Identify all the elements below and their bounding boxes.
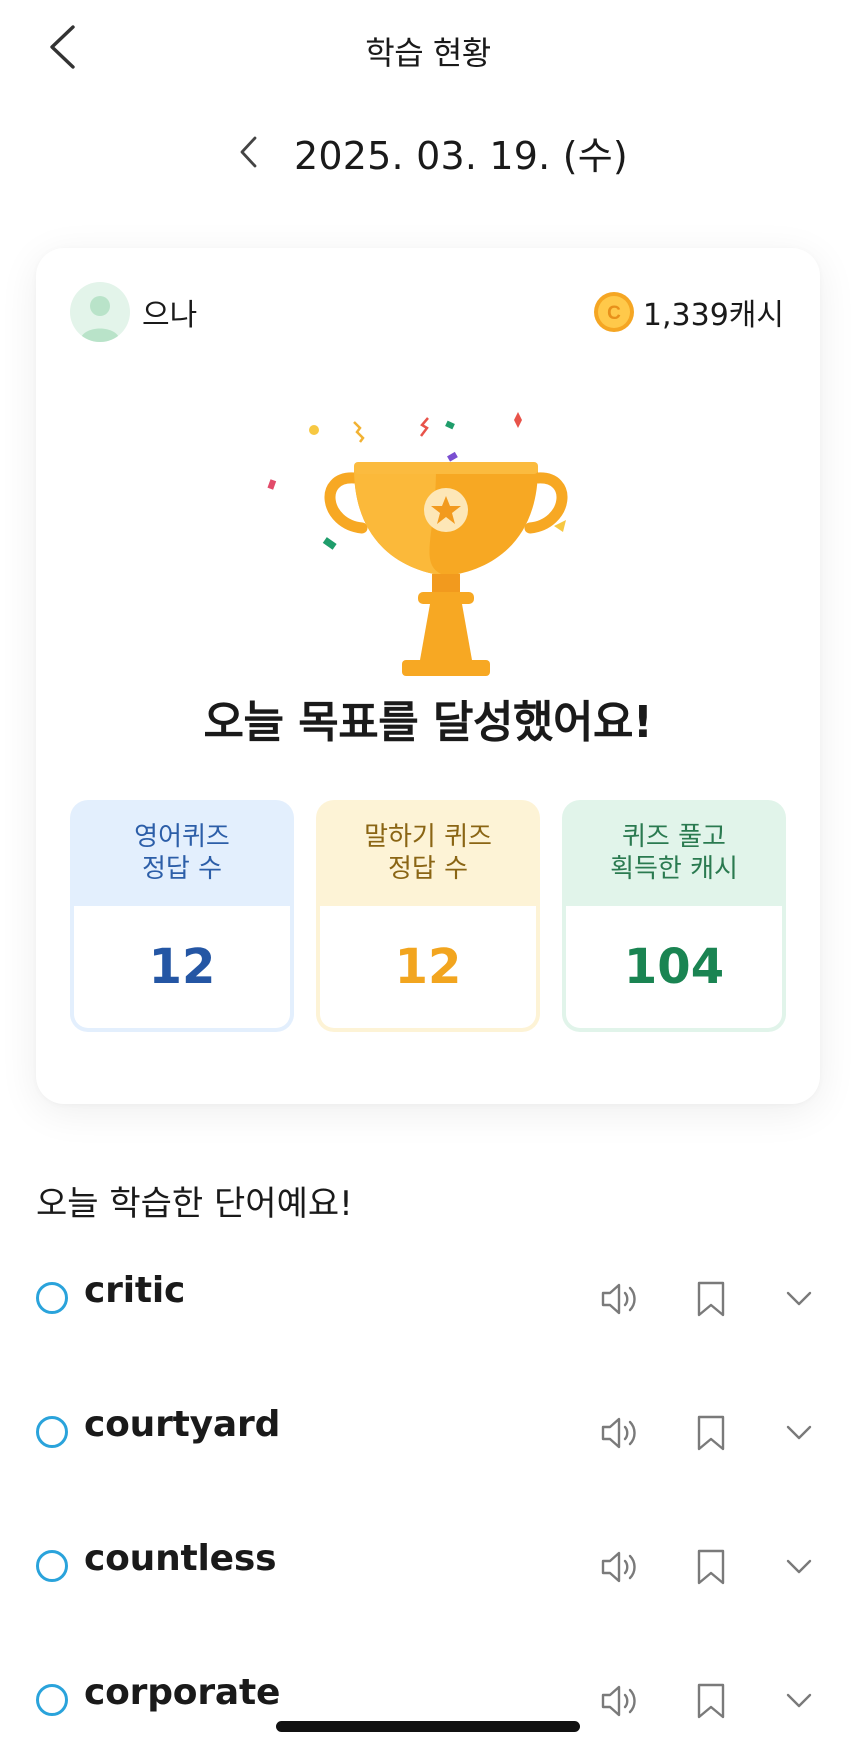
- bookmark-button[interactable]: [688, 1678, 734, 1724]
- user-avatar-icon: [80, 296, 120, 342]
- stat-value: 12: [74, 906, 290, 1028]
- speaker-icon: [601, 1283, 636, 1315]
- play-pronunciation-button[interactable]: [598, 1276, 644, 1322]
- cash-amount: 1,339캐시: [642, 298, 784, 333]
- english-quiz-correct-stat: 영어퀴즈 정답 수 12: [70, 800, 294, 1032]
- speaker-icon: [601, 1685, 636, 1717]
- stat-value: 12: [320, 906, 536, 1028]
- date-selector: 2025. 03. 19. (수): [0, 122, 856, 182]
- play-pronunciation-button[interactable]: [598, 1544, 644, 1590]
- word-item-critic: critic: [0, 1240, 856, 1374]
- app-header: 학습 현황: [0, 0, 856, 96]
- chevron-down-icon: [786, 1559, 812, 1574]
- chevron-down-icon: [786, 1425, 812, 1440]
- stat-title: 영어퀴즈 정답 수: [134, 822, 230, 884]
- play-pronunciation-button[interactable]: [598, 1678, 644, 1724]
- cash-balance: C 1,339캐시: [593, 290, 784, 334]
- word-text: corporate: [84, 1672, 281, 1713]
- bookmark-button[interactable]: [688, 1410, 734, 1456]
- stat-title: 말하기 퀴즈 정답 수: [364, 822, 492, 884]
- stat-value: 104: [566, 906, 782, 1028]
- page-title: 학습 현황: [365, 34, 491, 72]
- bookmark-icon: [697, 1281, 725, 1317]
- speaker-icon: [601, 1417, 636, 1449]
- words-section-title: 오늘 학습한 단어예요!: [36, 1184, 353, 1224]
- word-item-corporate: corporate: [0, 1642, 856, 1749]
- user-profile: 으나: [70, 282, 197, 342]
- speaking-quiz-correct-stat: 말하기 퀴즈 정답 수 12: [316, 800, 540, 1032]
- quiz-cash-earned-stat: 퀴즈 풀고 획득한 캐시 104: [562, 800, 786, 1032]
- coin-icon: C: [593, 292, 634, 332]
- word-check-toggle[interactable]: [36, 1550, 68, 1582]
- chevron-down-icon: [786, 1693, 812, 1708]
- play-pronunciation-button[interactable]: [598, 1410, 644, 1456]
- goal-achieved-message: 오늘 목표를 달성했어요!: [203, 697, 653, 748]
- word-check-toggle[interactable]: [36, 1416, 68, 1448]
- bookmark-icon: [697, 1549, 725, 1585]
- current-date: 2025. 03. 19. (수): [294, 133, 628, 178]
- word-text: courtyard: [84, 1404, 281, 1445]
- bookmark-button[interactable]: [688, 1276, 734, 1322]
- word-check-toggle[interactable]: [36, 1282, 68, 1314]
- avatar: [70, 282, 130, 342]
- speaker-icon: [601, 1551, 636, 1583]
- chevron-down-icon: [786, 1291, 812, 1306]
- svg-text:C: C: [607, 303, 621, 324]
- word-text: critic: [84, 1270, 186, 1311]
- bookmark-icon: [697, 1415, 725, 1451]
- username: 으나: [142, 298, 198, 333]
- word-item-countless: countless: [0, 1508, 856, 1642]
- expand-button[interactable]: [776, 1678, 822, 1724]
- word-check-toggle[interactable]: [36, 1684, 68, 1716]
- word-item-courtyard: courtyard: [0, 1374, 856, 1508]
- bookmark-icon: [697, 1683, 725, 1719]
- stat-title: 퀴즈 풀고 획득한 캐시: [610, 822, 738, 884]
- previous-date-button[interactable]: [228, 127, 268, 177]
- expand-button[interactable]: [776, 1410, 822, 1456]
- daily-summary-card: 으나 C 1,339캐시 오늘 목표를 달성했어요! 영어퀴즈 정답 수 12 …: [36, 248, 820, 1104]
- trophy-icon: [267, 412, 568, 676]
- chevron-left-icon: [240, 136, 257, 168]
- expand-button[interactable]: [776, 1544, 822, 1590]
- home-indicator: [276, 1721, 580, 1732]
- word-text: countless: [84, 1538, 277, 1579]
- stats-grid: 영어퀴즈 정답 수 12 말하기 퀴즈 정답 수 12 퀴즈 풀고 획득한 캐시 10…: [70, 800, 786, 1032]
- word-list: critic courtyard countless corporate: [0, 1240, 856, 1749]
- expand-button[interactable]: [776, 1276, 822, 1322]
- bookmark-button[interactable]: [688, 1544, 734, 1590]
